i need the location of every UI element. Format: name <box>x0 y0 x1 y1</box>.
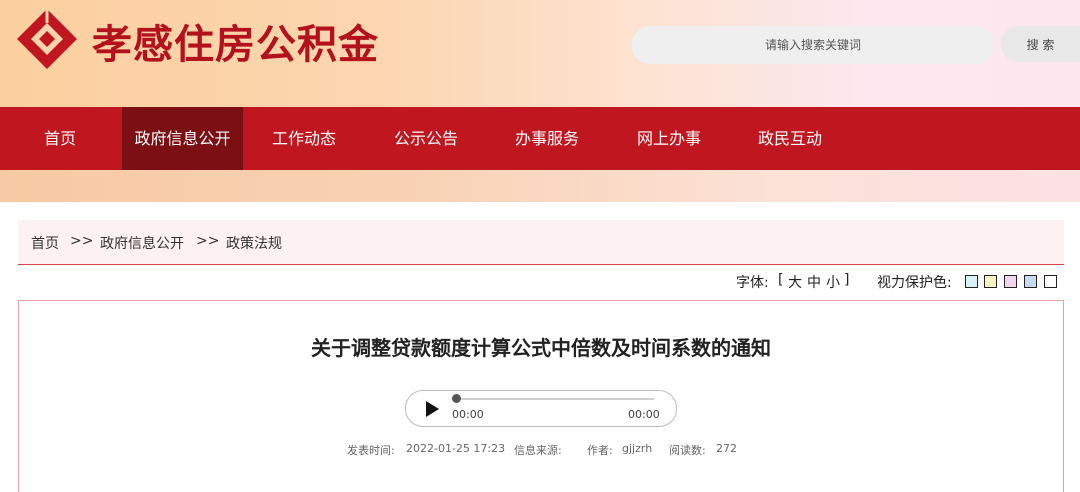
audio-progress-track[interactable] <box>456 398 654 400</box>
breadcrumb-home[interactable]: 首页 <box>31 233 59 253</box>
main-nav: 首页 政府信息公开 工作动态 公示公告 办事服务 网上办事 政民互动 <box>0 107 1080 170</box>
logo-icon <box>17 9 77 69</box>
breadcrumb-separator: >> <box>70 233 94 249</box>
eye-care-label: 视力保护色: <box>877 275 952 291</box>
search-button[interactable]: 搜 索 <box>1001 26 1080 62</box>
nav-item-online[interactable]: 网上办事 <box>621 107 717 170</box>
reads-label: 阅读数: <box>669 444 706 457</box>
author: gjjzrh <box>622 442 653 455</box>
eye-care-color-cyan[interactable] <box>965 275 978 288</box>
publish-time: 2022-01-25 17:23 <box>406 442 506 455</box>
site-title: 孝感住房公积金 <box>92 21 379 68</box>
audio-duration: 00:00 <box>628 408 660 421</box>
breadcrumb-gov-info[interactable]: 政府信息公开 <box>100 233 184 253</box>
source-label: 信息来源: <box>514 444 562 457</box>
nav-item-home[interactable]: 首页 <box>20 107 100 170</box>
nav-item-notices[interactable]: 公示公告 <box>378 107 474 170</box>
font-medium-button[interactable]: 中 <box>807 272 821 292</box>
nav-item-gov-info[interactable]: 政府信息公开 <box>122 107 243 170</box>
article-title: 关于调整贷款额度计算公式中倍数及时间系数的通知 <box>311 336 771 360</box>
header: 孝感住房公积金 搜 索 <box>0 0 1080 107</box>
banner-strip <box>0 170 1080 202</box>
font-bracket: [ <box>778 272 784 288</box>
font-size-label: 字体: <box>736 275 769 291</box>
nav-item-interaction[interactable]: 政民互动 <box>742 107 838 170</box>
font-small-button[interactable]: 小 <box>826 272 840 292</box>
play-icon[interactable] <box>426 401 439 417</box>
nav-item-services[interactable]: 办事服务 <box>499 107 595 170</box>
author-label: 作者: <box>587 444 613 457</box>
article-panel: 关于调整贷款额度计算公式中倍数及时间系数的通知 00:00 00:00 发表时间… <box>18 300 1064 492</box>
eye-care-color-white[interactable] <box>1044 275 1057 288</box>
search-input[interactable] <box>632 26 994 64</box>
publish-time-label: 发表时间: <box>347 444 395 457</box>
audio-current-time: 00:00 <box>452 408 484 421</box>
breadcrumb-policy[interactable]: 政策法规 <box>226 233 282 253</box>
breadcrumb-separator: >> <box>196 233 220 249</box>
eye-care-color-yellow[interactable] <box>984 275 997 288</box>
breadcrumb: 首页 >> 政府信息公开 >> 政策法规 <box>18 220 1064 265</box>
reads-count: 272 <box>716 442 737 455</box>
eye-care-color-blue[interactable] <box>1024 275 1037 288</box>
nav-item-work-news[interactable]: 工作动态 <box>256 107 352 170</box>
audio-player: 00:00 00:00 <box>405 390 677 427</box>
audio-progress-knob[interactable] <box>452 394 461 403</box>
font-large-button[interactable]: 大 <box>788 272 802 292</box>
font-bracket: ] <box>844 272 850 288</box>
eye-care-color-pink[interactable] <box>1004 275 1017 288</box>
